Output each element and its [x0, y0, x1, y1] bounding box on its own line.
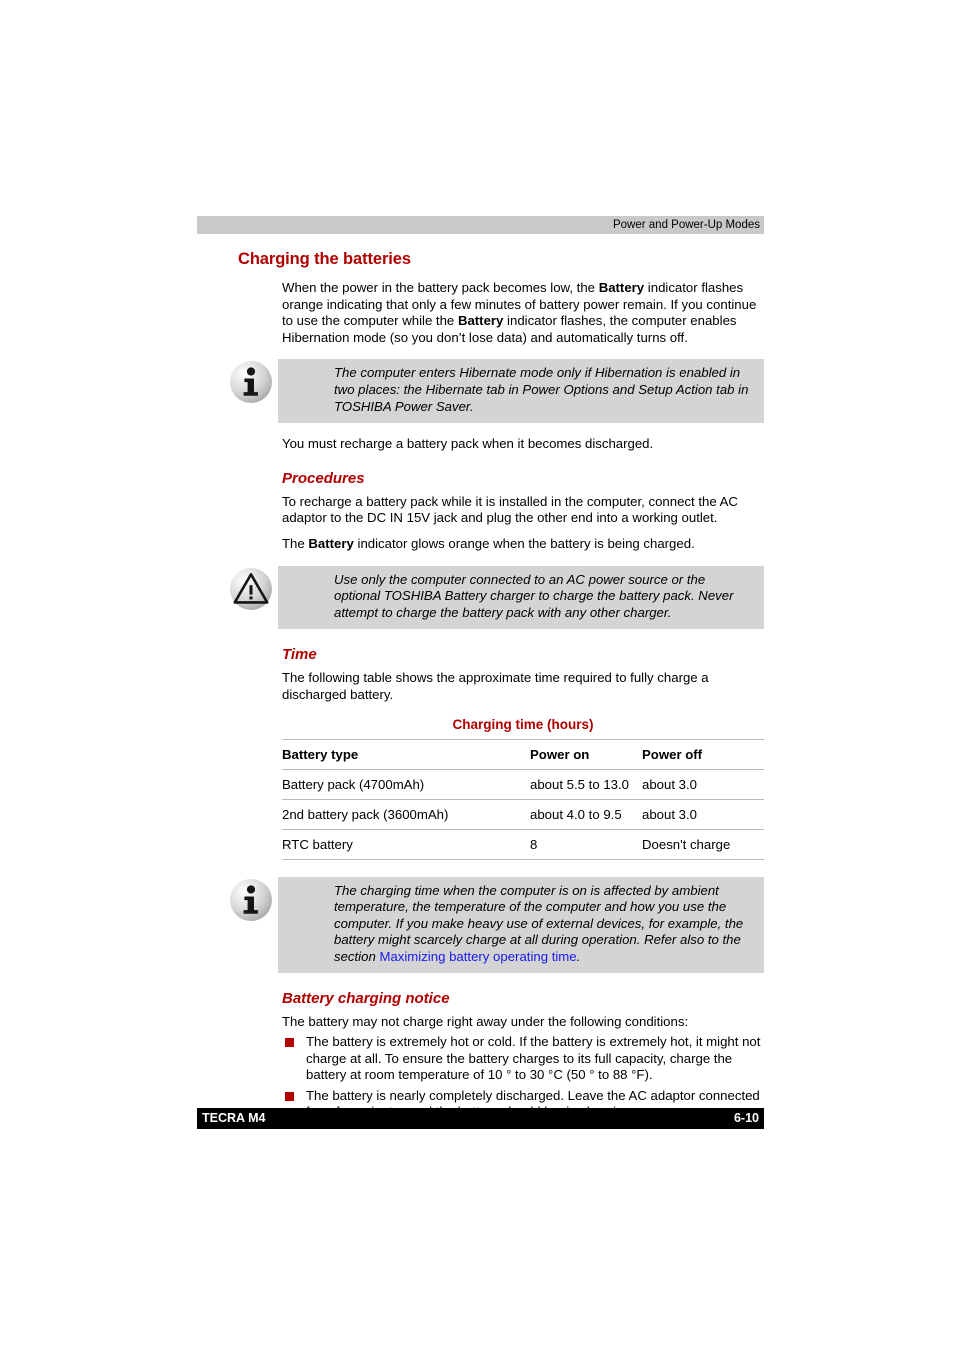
table-header-row: Battery type Power on Power off: [282, 739, 764, 769]
footer-page-number: 6-10: [733, 1111, 759, 1125]
list-item: The battery is extremely hot or cold. If…: [282, 1034, 764, 1084]
column-header-power-on: Power on: [530, 746, 590, 762]
warning-icon: [230, 567, 272, 610]
battery-charging-notice-heading: Battery charging notice: [282, 990, 450, 1008]
procedures-text-1: The: [282, 535, 309, 551]
column-header-power-off: Power off: [642, 746, 703, 762]
cell-power-off: Doesn't charge: [642, 836, 731, 852]
charging-time-table: Battery type Power on Power off Battery …: [282, 739, 764, 860]
note-callout-charging-time: The charging time when the computer is o…: [230, 876, 764, 974]
warning-callout: Use only the computer connected to an AC…: [230, 565, 764, 630]
procedures-text-2: indicator glows orange when the battery …: [353, 535, 695, 551]
procedures-heading: Procedures: [282, 469, 365, 487]
table-row: Battery pack (4700mAh) about 5.5 to 13.0…: [282, 769, 764, 799]
notice-intro-paragraph: The battery may not charge right away un…: [282, 1014, 689, 1030]
document-page: Power and Power-Up Modes Charging the ba…: [197, 0, 764, 1351]
column-header-battery-type: Battery type: [282, 746, 359, 762]
cell-battery-type: 2nd battery pack (3600mAh): [282, 806, 449, 822]
cell-battery-type: RTC battery: [282, 836, 353, 852]
cell-power-off: about 3.0: [642, 806, 697, 822]
footer-model-name: TECRA M4: [202, 1111, 266, 1125]
recharge-paragraph: You must recharge a battery pack when it…: [282, 436, 654, 452]
page-title: Charging the batteries: [238, 250, 411, 268]
note-callout-hibernate: The computer enters Hibernate mode only …: [230, 359, 764, 424]
cell-power-on: about 4.0 to 9.5: [530, 806, 622, 822]
note-text: The computer enters Hibernate mode only …: [334, 365, 749, 414]
cell-power-off: about 3.0: [642, 776, 697, 792]
time-paragraph: The following table shows the approximat…: [282, 670, 709, 702]
note-text-part-2: .: [576, 948, 581, 964]
cell-power-on: 8: [530, 836, 538, 852]
table-row: 2nd battery pack (3600mAh) about 4.0 to …: [282, 799, 764, 829]
cell-power-on: about 5.5 to 13.0: [530, 776, 629, 792]
procedures-paragraph-1: To recharge a battery pack while it is i…: [282, 493, 738, 526]
intro-bold-2: Battery: [457, 313, 504, 329]
info-icon: [230, 361, 272, 404]
intro-bold-1: Battery: [598, 280, 645, 295]
bullet-square-icon: [285, 1091, 294, 1101]
warning-text: Use only the computer connected to an AC…: [334, 571, 734, 620]
procedures-bold: Battery: [308, 535, 354, 551]
table-row: RTC battery 8 Doesn't charge: [282, 829, 764, 859]
running-header-bar: Power and Power-Up Modes: [197, 216, 764, 234]
procedures-paragraph-2: The Battery indicator glows orange when …: [282, 536, 764, 553]
cell-battery-type: Battery pack (4700mAh): [282, 776, 425, 792]
running-header-title: Power and Power-Up Modes: [612, 219, 760, 231]
list-item-text: The battery is extremely hot or cold. If…: [306, 1034, 761, 1083]
maximizing-battery-operating-time-link[interactable]: Maximizing battery operating time: [379, 949, 576, 964]
info-icon: [230, 878, 272, 921]
footer-bar: TECRA M4 6-10: [197, 1108, 764, 1129]
intro-text-1: When the power in the battery pack becom…: [282, 280, 599, 295]
time-heading: Time: [282, 646, 317, 664]
table-caption: Charging time (hours): [452, 716, 594, 732]
page-content: Charging the batteries When the power in…: [197, 250, 764, 1125]
note-text: The charging time when the computer is o…: [334, 883, 754, 966]
intro-paragraph: When the power in the battery pack becom…: [282, 280, 764, 346]
bullet-square-icon: [285, 1038, 294, 1048]
